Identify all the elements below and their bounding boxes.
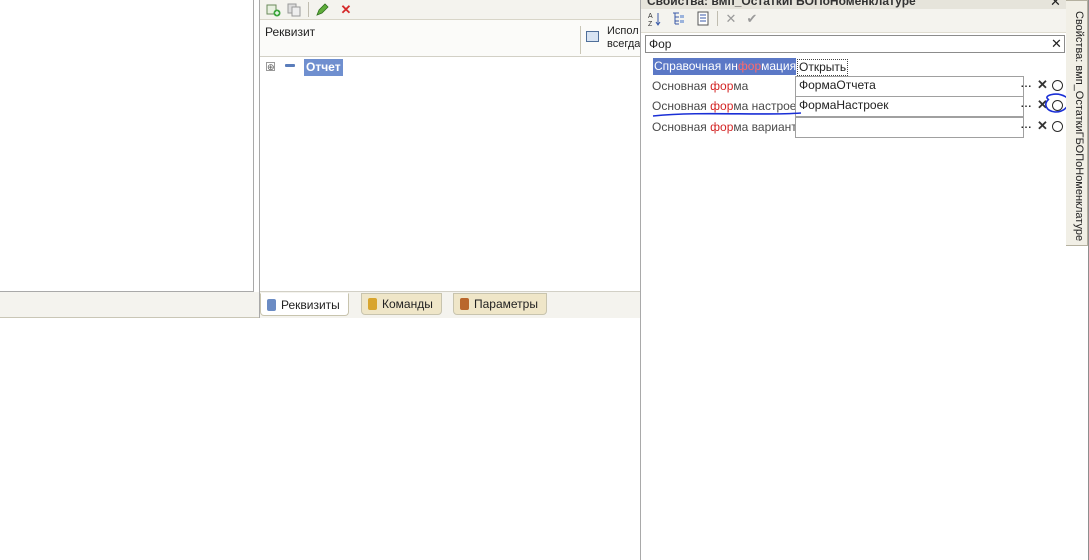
column-header-use[interactable]: Испол <box>607 25 639 37</box>
tab-attributes-label: Реквизиты <box>281 297 340 312</box>
column-header-attribute[interactable]: Реквизит <box>265 25 315 39</box>
tab-parameters-label: Параметры <box>474 297 538 311</box>
tab-parameters[interactable]: Параметры <box>453 293 547 315</box>
parameters-icon <box>460 298 469 310</box>
delete-icon[interactable]: ✕ <box>337 1 355 18</box>
attributes-table-header: Реквизит Испол всегда <box>260 20 640 57</box>
pencil-icon[interactable] <box>313 1 331 18</box>
copy-icon[interactable] <box>285 1 303 18</box>
expand-icon[interactable]: ⊕ <box>266 62 275 72</box>
attributes-toolbar: ✕ <box>260 0 640 20</box>
form-preview-area[interactable] <box>0 318 639 560</box>
commands-icon <box>368 298 377 310</box>
form-designer-area[interactable] <box>0 0 254 292</box>
attributes-panel: ✕ Реквизит Испол всегда ⊕ Отчет Реквизит… <box>259 0 640 318</box>
side-tab-label: Свойства: вмп_ОстаткиГБОПоНоменклатуре <box>1073 11 1085 241</box>
attributes-icon <box>267 298 276 311</box>
tab-commands-label: Команды <box>382 297 433 311</box>
properties-panel: Свойства: вмп_ОстаткиГБОПоНоменклатуре ✕… <box>640 0 1066 560</box>
tree-label-report[interactable]: Отчет <box>304 59 343 76</box>
table-column-icon <box>586 31 599 42</box>
attribute-icon <box>285 61 295 69</box>
attributes-tab-bar: Реквизиты Команды Параметры <box>260 291 640 318</box>
side-tab-properties[interactable]: Свойства: вмп_ОстаткиГБОПоНоменклатуре <box>1066 0 1088 246</box>
annotation-ink <box>652 93 1066 117</box>
add-icon[interactable] <box>264 1 282 18</box>
column-header-use-cont: всегда <box>607 38 641 50</box>
tab-commands[interactable]: Команды <box>361 293 442 315</box>
form-designer-bottom-strip <box>0 292 260 318</box>
tab-attributes[interactable]: Реквизиты <box>260 293 349 316</box>
